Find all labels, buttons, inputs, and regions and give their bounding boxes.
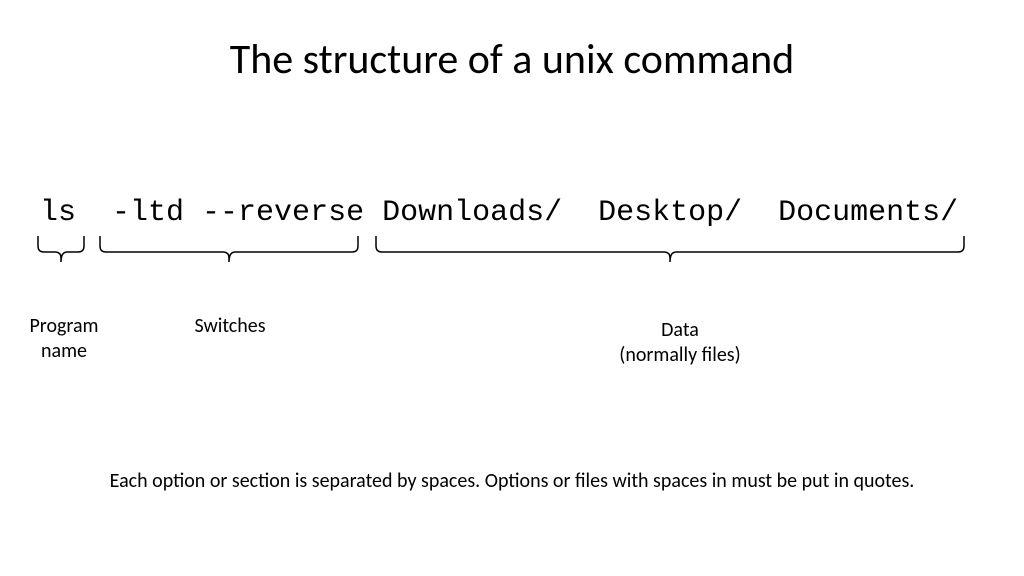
brace-switches: [98, 234, 360, 272]
page-title: The structure of a unix command: [0, 34, 1024, 85]
label-program: Programname: [14, 314, 114, 364]
cmd-switches: -ltd --reverse: [112, 196, 364, 230]
cmd-data: Downloads/ Desktop/ Documents/: [382, 196, 958, 230]
brace-program: [36, 234, 86, 272]
cmd-program: ls: [40, 196, 76, 230]
label-data: Data(normally files): [580, 318, 780, 368]
brace-data: [374, 234, 966, 272]
footnote: Each option or section is separated by s…: [0, 469, 1024, 493]
label-switches: Switches: [170, 314, 290, 339]
slide: The structure of a unix command ls -ltd …: [0, 0, 1024, 576]
command-line: ls -ltd --reverse Downloads/ Desktop/ Do…: [40, 196, 958, 230]
